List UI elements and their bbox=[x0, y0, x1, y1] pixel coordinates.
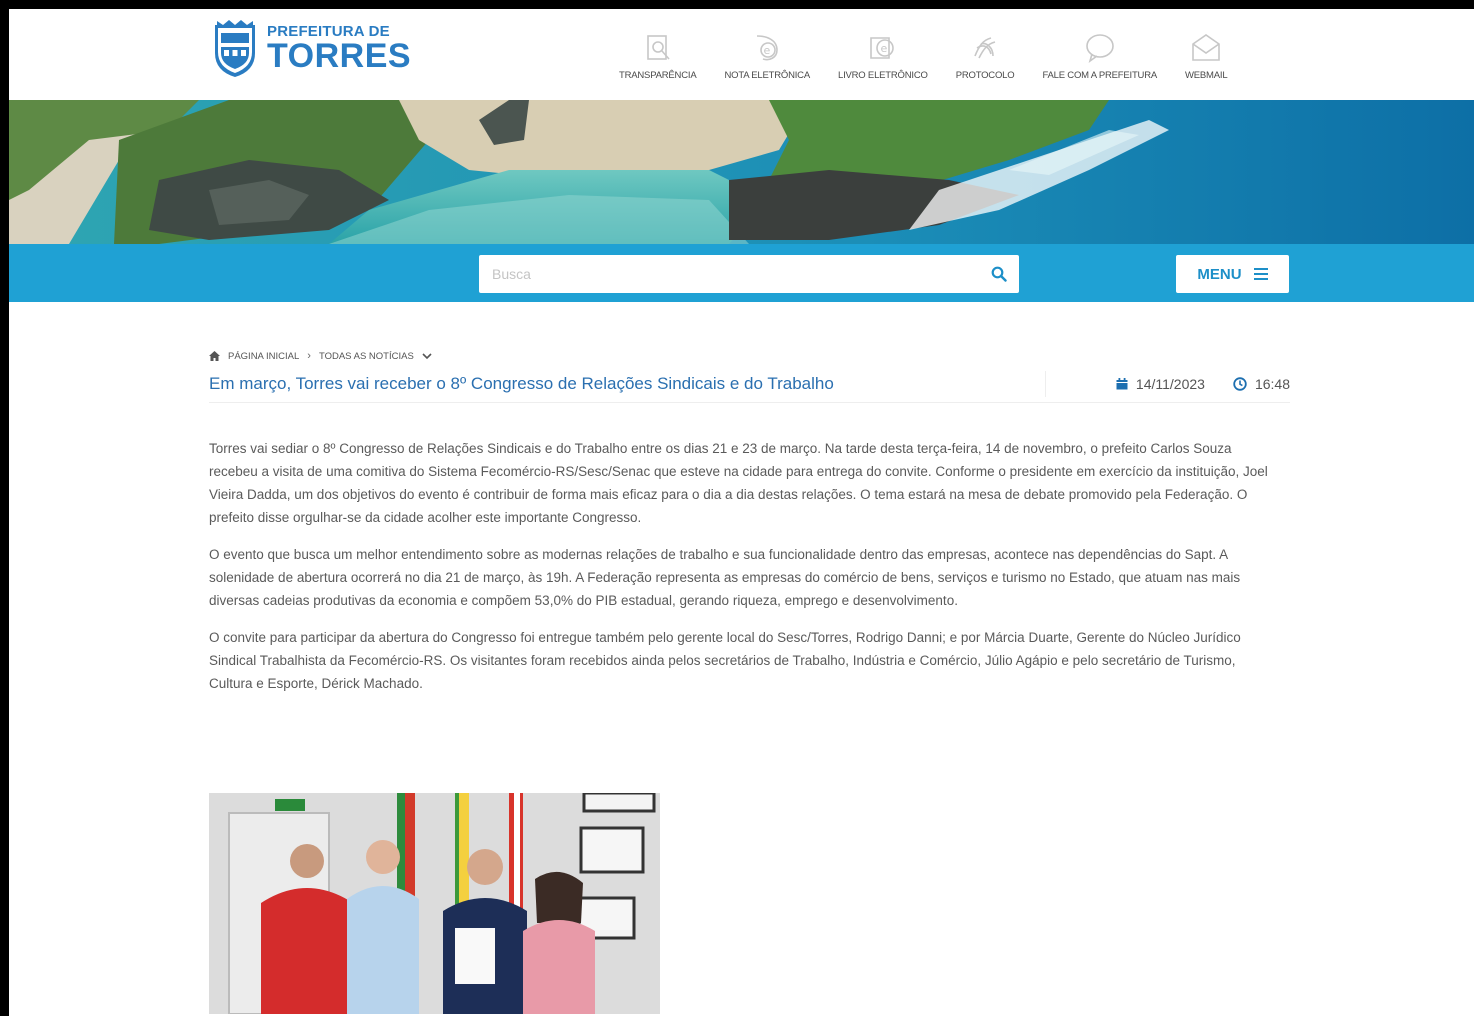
hamburger-icon bbox=[1253, 268, 1268, 280]
search-box bbox=[479, 255, 1019, 293]
nav-label: PROTOCOLO bbox=[955, 70, 1015, 81]
search-bar: MENU bbox=[9, 244, 1474, 302]
article-date: 14/11/2023 bbox=[1135, 375, 1205, 392]
article-meta: 14/11/2023 16:48 bbox=[1116, 376, 1290, 392]
search-button[interactable] bbox=[979, 255, 1019, 293]
nav-label: LIVRO ELETRÔNICO bbox=[837, 70, 928, 81]
group-photo-image bbox=[209, 793, 660, 1014]
site-header: PREFEITURA DE TORRES TRANSPARÊNCIA e NOT… bbox=[9, 9, 1474, 100]
divider bbox=[1044, 370, 1046, 397]
svg-text:e: e bbox=[880, 42, 887, 55]
top-navigation: TRANSPARÊNCIA e NOTA ELETRÔNICA e LIVRO … bbox=[619, 31, 1228, 81]
menu-button[interactable]: MENU bbox=[1176, 255, 1289, 293]
chevron-right-icon: › bbox=[307, 350, 311, 362]
document-search-icon bbox=[641, 31, 675, 65]
crest-icon bbox=[215, 20, 255, 77]
e-book-icon: e bbox=[866, 31, 900, 65]
search-icon bbox=[991, 266, 1007, 282]
nav-webmail[interactable]: WEBMAIL bbox=[1185, 31, 1228, 81]
nav-fale-com-a-prefeitura[interactable]: FALE COM A PREFEITURA bbox=[1042, 31, 1157, 81]
nav-nota-eletronica[interactable]: e NOTA ELETRÔNICA bbox=[724, 31, 810, 81]
nav-transparencia[interactable]: TRANSPARÊNCIA bbox=[619, 31, 697, 81]
page: PREFEITURA DE TORRES TRANSPARÊNCIA e NOT… bbox=[9, 9, 1474, 1016]
fingerprint-icon bbox=[968, 31, 1002, 65]
nav-label: TRANSPARÊNCIA bbox=[619, 70, 697, 81]
speech-bubble-icon bbox=[1083, 31, 1117, 65]
envelope-icon bbox=[1189, 31, 1223, 65]
home-icon bbox=[209, 351, 220, 361]
calendar-icon bbox=[1116, 377, 1128, 389]
hero-banner bbox=[9, 100, 1474, 244]
clock-icon bbox=[1233, 376, 1247, 391]
nav-label: NOTA ELETRÔNICA bbox=[724, 70, 810, 81]
article-paragraph: O evento que busca um melhor entendiment… bbox=[209, 547, 1241, 608]
main-content: PÁGINA INICIAL › TODAS AS NOTÍCIAS Em ma… bbox=[209, 349, 1290, 709]
nav-label: WEBMAIL bbox=[1185, 70, 1228, 81]
article-time: 16:48 bbox=[1254, 375, 1290, 392]
article-header: Em março, Torres vai receber o 8º Congre… bbox=[209, 370, 1290, 403]
logo-line-2: TORRES bbox=[267, 36, 412, 75]
e-invoice-icon: e bbox=[750, 31, 784, 65]
article-paragraph: O convite para participar da abertura do… bbox=[209, 630, 1241, 691]
nav-livro-eletronico[interactable]: e LIVRO ELETRÔNICO bbox=[838, 31, 928, 81]
breadcrumb: PÁGINA INICIAL › TODAS AS NOTÍCIAS bbox=[209, 349, 1290, 363]
menu-label: MENU bbox=[1197, 265, 1242, 283]
article-photo[interactable] bbox=[209, 793, 660, 1014]
article-body: Torres vai sediar o 8º Congresso de Rela… bbox=[209, 437, 1269, 695]
article-title: Em março, Torres vai receber o 8º Congre… bbox=[209, 373, 834, 393]
nav-label: FALE COM A PREFEITURA bbox=[1042, 70, 1158, 81]
search-input[interactable] bbox=[479, 255, 979, 293]
article-paragraph: Torres vai sediar o 8º Congresso de Rela… bbox=[209, 441, 1268, 525]
breadcrumb-home[interactable]: PÁGINA INICIAL bbox=[228, 351, 299, 362]
nav-protocolo[interactable]: PROTOCOLO bbox=[956, 31, 1015, 81]
site-logo[interactable]: PREFEITURA DE TORRES bbox=[209, 13, 411, 83]
breadcrumb-section[interactable]: TODAS AS NOTÍCIAS bbox=[319, 351, 414, 362]
coastline-image bbox=[9, 100, 1474, 244]
svg-text:e: e bbox=[764, 44, 771, 57]
chevron-down-icon[interactable] bbox=[422, 352, 432, 360]
